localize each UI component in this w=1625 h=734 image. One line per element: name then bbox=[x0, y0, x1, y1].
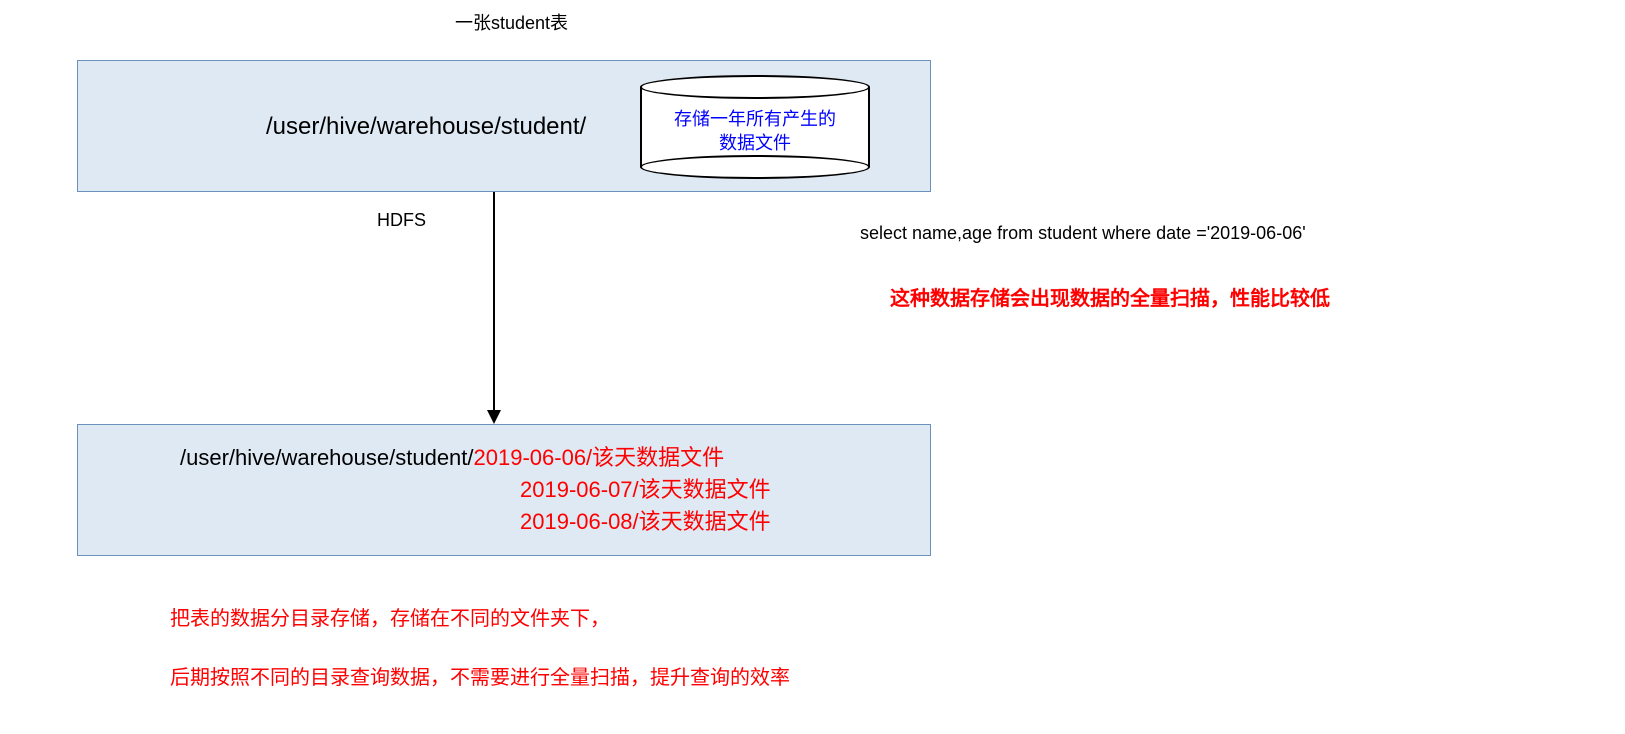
cylinder-label: 存储一年所有产生的 数据文件 bbox=[640, 107, 870, 155]
arrow-head-icon bbox=[487, 410, 501, 424]
note-line-2: 后期按照不同的目录查询数据，不需要进行全量扫描，提升查询的效率 bbox=[170, 661, 790, 690]
cylinder-bottom bbox=[640, 155, 870, 179]
note-line-1: 把表的数据分目录存储，存储在不同的文件夹下， bbox=[170, 602, 610, 631]
cylinder-top bbox=[640, 75, 870, 99]
warning-message: 这种数据存储会出现数据的全量扫描，性能比较低 bbox=[890, 282, 1330, 311]
partition-row-1: 2019-06-06/该天数据文件 bbox=[474, 445, 725, 470]
partition-row-2: 2019-06-07/该天数据文件 bbox=[520, 477, 771, 502]
partition-row-3: 2019-06-08/该天数据文件 bbox=[520, 509, 771, 534]
cylinder-line1: 存储一年所有产生的 bbox=[674, 109, 836, 129]
diagram-title: 一张student表 bbox=[455, 9, 568, 35]
hdfs-label: HDFS bbox=[377, 210, 426, 231]
warehouse-path-1: /user/hive/warehouse/student/ bbox=[266, 113, 586, 141]
partitioned-paths: /user/hive/warehouse/student/2019-06-06/… bbox=[180, 442, 771, 538]
data-cylinder: 存储一年所有产生的 数据文件 bbox=[640, 75, 870, 180]
sql-query-text: select name,age from student where date … bbox=[860, 223, 1306, 244]
path-prefix: /user/hive/warehouse/student/ bbox=[180, 445, 474, 470]
cylinder-line2: 数据文件 bbox=[719, 133, 791, 153]
arrow-line bbox=[493, 192, 495, 414]
